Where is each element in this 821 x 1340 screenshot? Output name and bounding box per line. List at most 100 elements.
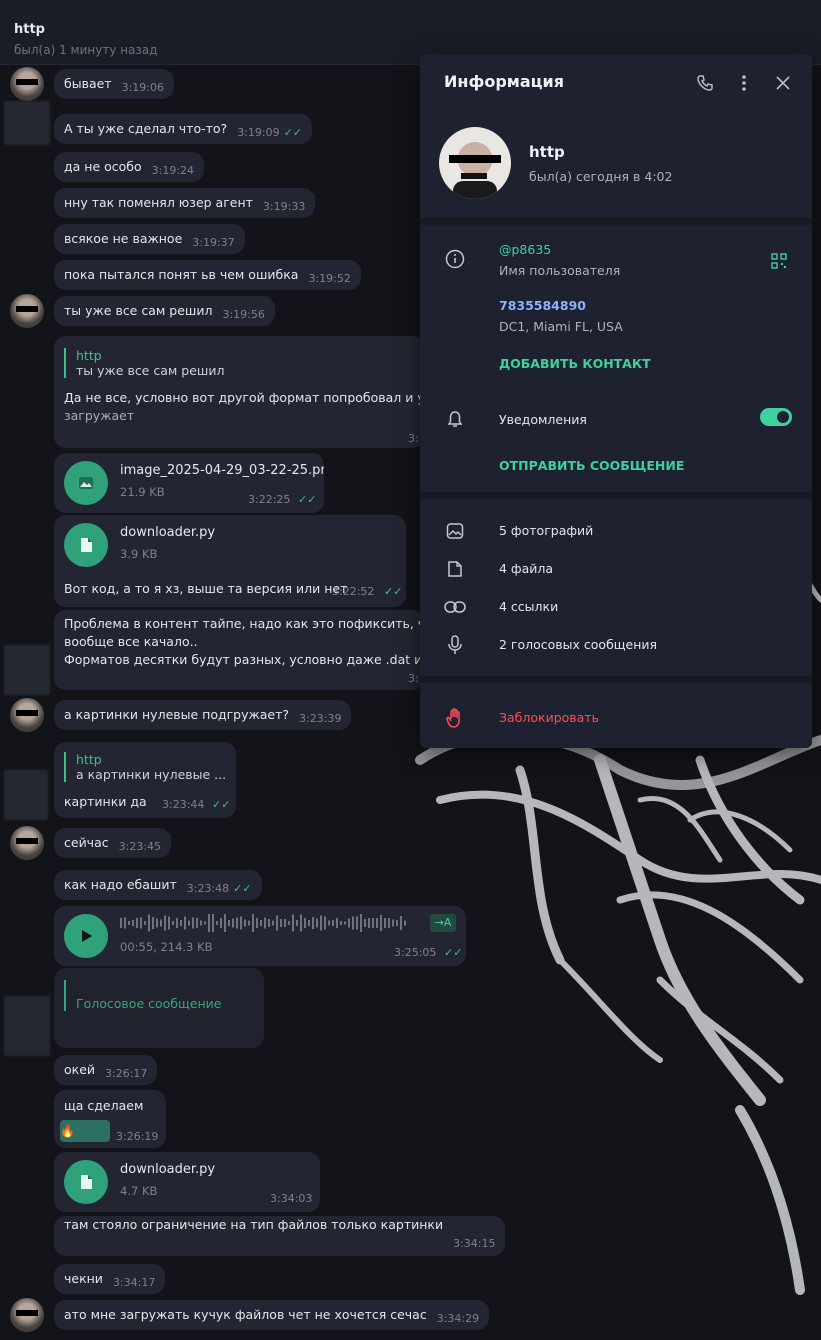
message-bubble[interactable]: да не особо 3:19:24 <box>54 152 205 182</box>
message-text: чекни <box>64 1271 103 1286</box>
message-bubble[interactable]: сейчас 3:23:45 <box>54 828 172 858</box>
message-bubble[interactable]: http ты уже все сам решил Да не все, усл… <box>54 336 424 448</box>
message-text-continued: Форматов десятки будут разных, условно д… <box>64 652 424 667</box>
waveform-bar <box>144 921 146 925</box>
message-bubble[interactable]: пока пытался понят ьв чем ошибка 3:19:52 <box>54 260 361 290</box>
chat-status: был(а) 1 минуту назад <box>14 43 158 57</box>
avatar[interactable] <box>10 67 44 101</box>
avatar-placeholder <box>4 996 50 1056</box>
waveform-bar <box>340 921 342 925</box>
reply-quote[interactable]: http ты уже все сам решил <box>64 348 224 378</box>
message-bubble[interactable]: всякое не важное 3:19:37 <box>54 224 245 254</box>
message-bubble[interactable]: Голосовое сообщение <box>54 968 264 1048</box>
waveform-bar <box>176 918 178 928</box>
media-files[interactable]: 4 файла <box>499 561 553 576</box>
message-time: 3:34:17 <box>112 1276 156 1289</box>
waveform-bar <box>164 915 166 931</box>
waveform-bar <box>352 916 354 930</box>
waveform-bar <box>140 917 142 929</box>
message-bubble[interactable]: А ты уже сделал что-то? 3:19:09 ✓✓ <box>54 114 313 144</box>
message-bubble[interactable]: ато мне загружать кучук файлов чет не хо… <box>54 1300 490 1330</box>
reply-quote[interactable]: Голосовое сообщение <box>64 980 221 1011</box>
voice-waveform[interactable] <box>120 912 420 934</box>
message-bubble[interactable]: чекни 3:34:17 <box>54 1264 166 1294</box>
message-bubble[interactable]: там стояло ограничение на тип файлов тол… <box>54 1216 506 1256</box>
waveform-bar <box>292 914 294 932</box>
waveform-bar <box>124 917 126 929</box>
waveform-bar <box>316 918 318 928</box>
waveform-bar <box>260 920 262 926</box>
phone-number[interactable]: 7835584890 <box>499 298 586 313</box>
phone-icon[interactable] <box>694 72 716 94</box>
file-icon[interactable] <box>64 523 108 567</box>
avatar[interactable] <box>10 294 44 328</box>
info-panel[interactable]: Информация http был(а) сегодня в 4:02 @p… <box>420 54 812 748</box>
message-bubble[interactable]: ты уже все сам решил 3:19:56 <box>54 296 275 326</box>
message-bubble[interactable]: как надо ебашит 3:23:48 ✓✓ <box>54 870 262 900</box>
avatar[interactable] <box>10 1298 44 1332</box>
waveform-bar <box>152 917 154 929</box>
chat-title: http <box>14 22 45 37</box>
send-message-button[interactable]: ОТПРАВИТЬ СООБЩЕНИЕ <box>499 458 684 473</box>
waveform-bar <box>168 916 170 930</box>
info-icon <box>444 248 466 270</box>
message-bubble[interactable]: ща сделаем 🔥 3:26:19 <box>54 1090 166 1148</box>
waveform-bar <box>304 918 306 928</box>
file-name: downloader.py <box>120 525 216 540</box>
close-icon[interactable] <box>772 72 794 94</box>
bell-icon <box>444 408 466 430</box>
more-icon[interactable] <box>734 72 754 94</box>
media-photos[interactable]: 5 фотографий <box>499 523 593 538</box>
message-text: бывает <box>64 76 112 91</box>
waveform-bar <box>328 920 330 926</box>
waveform-bar <box>196 918 198 928</box>
message-time: 3:19:09 <box>237 126 280 139</box>
message-time: 3:22:25 <box>248 493 291 506</box>
qr-code-icon[interactable] <box>770 252 788 270</box>
file-icon[interactable] <box>64 1160 108 1204</box>
message-time: 3:19:56 <box>222 308 265 321</box>
avatar[interactable] <box>10 826 44 860</box>
message-bubble[interactable]: Проблема в контент тайпе, надо как это п… <box>54 610 424 690</box>
username-value[interactable]: @p8635 <box>499 242 551 257</box>
message-bubble[interactable]: окей 3:26:17 <box>54 1055 158 1085</box>
message-text: сейчас <box>64 835 109 850</box>
message-bubble[interactable]: а картинки нулевые подгружает? 3:23:39 <box>54 700 352 730</box>
message-text-continued: вообще все качало.. <box>64 634 198 649</box>
waveform-bar <box>380 915 382 931</box>
block-button[interactable]: Заблокировать <box>499 710 599 725</box>
media-links[interactable]: 4 ссылки <box>499 599 558 614</box>
section-divider <box>420 218 812 225</box>
message-text: Да не все, условно вот другой формат поп… <box>64 390 424 405</box>
reply-author: http <box>76 348 102 363</box>
reply-quote[interactable]: http а картинки нулевые ... <box>64 752 226 782</box>
media-voice[interactable]: 2 голосовых сообщения <box>499 637 657 652</box>
waveform-bar <box>216 921 218 925</box>
image-file-icon[interactable] <box>64 461 108 505</box>
avatar[interactable] <box>10 698 44 732</box>
waveform-bar <box>376 918 378 928</box>
waveform-bar <box>200 920 202 926</box>
notifications-toggle[interactable] <box>760 408 792 426</box>
waveform-bar <box>148 914 150 932</box>
notifications-label: Уведомления <box>499 412 587 427</box>
message-time: 3:34:03 <box>270 1192 313 1205</box>
read-check-icon: ✓✓ <box>233 882 252 895</box>
file-message[interactable]: downloader.py 3.9 KB Вот код, а то я хз,… <box>54 515 406 607</box>
play-button[interactable] <box>64 914 108 958</box>
message-text: нну так поменял юзер агент <box>64 195 253 210</box>
waveform-bar <box>160 919 162 927</box>
profile-avatar[interactable] <box>439 127 511 199</box>
waveform-bar <box>264 917 266 929</box>
message-bubble[interactable]: http а картинки нулевые ... картинки да … <box>54 742 236 818</box>
transcribe-button[interactable]: →A <box>430 914 456 932</box>
location: DC1, Miami FL, USA <box>499 319 623 334</box>
message-bubble[interactable]: бывает 3:19:06 <box>54 69 174 99</box>
file-message[interactable]: image_2025-04-29_03-22-25.png 21.9 KB 3:… <box>54 453 324 513</box>
message-bubble[interactable]: нну так поменял юзер агент 3:19:33 <box>54 188 316 218</box>
message-time: 3:25:05 <box>394 946 437 959</box>
voice-message[interactable]: 00:55, 214.3 KB →A 3:25:05 ✓✓ <box>54 906 466 966</box>
add-contact-button[interactable]: ДОБАВИТЬ КОНТАКТ <box>499 356 651 371</box>
reply-text: Голосовое сообщение <box>76 996 222 1011</box>
file-message[interactable]: downloader.py 4.7 KB 3:34:03 <box>54 1152 320 1212</box>
